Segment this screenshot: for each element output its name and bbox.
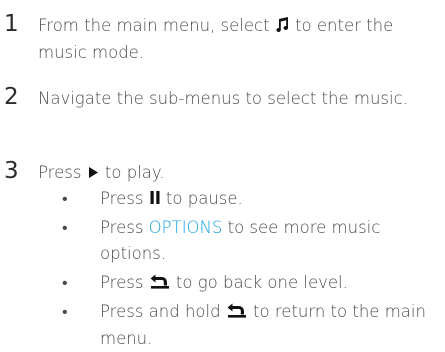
step-text: Press to play. xyxy=(38,160,438,187)
music-note-icon xyxy=(276,14,289,40)
back-arrow-icon xyxy=(227,300,247,326)
bullet-text: Press OPTIONS to see more music options. xyxy=(100,215,445,267)
step-text: From the main menu, select to enter the … xyxy=(38,13,438,66)
play-icon xyxy=(88,161,99,187)
bullet-text: Press to pause. xyxy=(100,186,445,213)
bullet-text: Press to go back one level. xyxy=(100,270,445,297)
bullet-text-part: Press xyxy=(100,273,149,292)
bullet-text-part: Press xyxy=(100,218,149,237)
step-text-part: From the main menu, select xyxy=(38,16,275,35)
step-text-part: Press xyxy=(38,163,87,182)
bullet-dot: • xyxy=(62,189,68,208)
step-number: 2 xyxy=(4,84,19,110)
bullet-dot: • xyxy=(62,273,68,292)
step-text: Navigate the sub-menus to select the mus… xyxy=(38,89,408,108)
bullet-text-part: to pause. xyxy=(160,189,243,208)
step-text-part: to play. xyxy=(99,163,165,182)
pause-icon xyxy=(150,187,160,213)
bullet-text-part: Press and hold xyxy=(100,302,226,321)
step-number: 1 xyxy=(4,11,19,37)
instruction-document: 1 From the main menu, select to enter th… xyxy=(0,0,445,348)
step-number: 3 xyxy=(4,158,19,184)
bullet-text-part: Press xyxy=(100,189,149,208)
bullet-dot: • xyxy=(62,218,68,237)
bullet-text-part: to go back one level. xyxy=(170,273,348,292)
bullet-text: Press and hold to return to the main men… xyxy=(100,299,445,352)
bullet-dot: • xyxy=(62,302,68,321)
options-keyword: OPTIONS xyxy=(148,218,223,237)
back-arrow-icon xyxy=(150,271,170,297)
